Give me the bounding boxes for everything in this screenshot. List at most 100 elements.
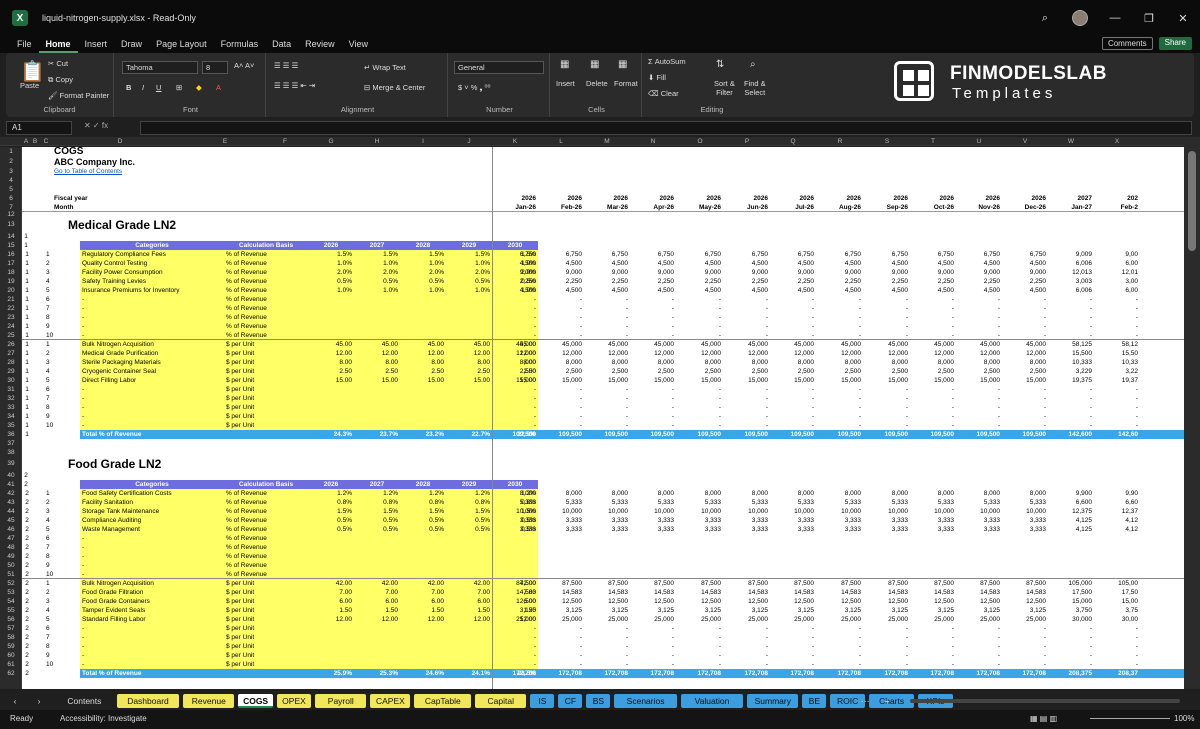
input-value-cell[interactable] <box>400 534 446 543</box>
toc-link[interactable]: Go to Table of Contents <box>52 167 252 176</box>
paste-button[interactable]: Paste <box>20 81 39 90</box>
input-value-cell[interactable]: 0.5% <box>308 277 354 286</box>
input-value-cell[interactable]: 12.00 <box>400 349 446 358</box>
input-value-cell[interactable]: 2.50 <box>354 367 400 376</box>
input-value-cell[interactable] <box>446 642 492 651</box>
menu-review[interactable]: Review <box>298 36 342 53</box>
row-number[interactable]: 6 <box>0 194 22 203</box>
input-value-cell[interactable]: 8.00 <box>308 358 354 367</box>
input-value-cell[interactable]: 2.0% <box>354 268 400 277</box>
input-value-cell[interactable] <box>400 412 446 421</box>
input-value-cell[interactable]: 1.50 <box>400 606 446 615</box>
fill-button[interactable]: ⬇ Fill <box>648 73 666 82</box>
category-cell[interactable]: - <box>80 304 224 313</box>
italic-button[interactable]: I <box>142 83 144 92</box>
tab-opex[interactable]: OPEX <box>276 694 312 708</box>
category-cell[interactable]: Facility Power Consumption <box>80 268 224 277</box>
input-value-cell[interactable]: 1.0% <box>446 286 492 295</box>
input-value-cell[interactable] <box>446 385 492 394</box>
input-value-cell[interactable]: 1.5% <box>400 250 446 259</box>
input-value-cell[interactable] <box>354 304 400 313</box>
fill-color-icon[interactable]: ◆ <box>196 83 202 92</box>
horizontal-scrollbar[interactable] <box>910 699 1180 703</box>
input-value-cell[interactable]: 7.00 <box>446 588 492 597</box>
input-value-cell[interactable] <box>354 295 400 304</box>
input-value-cell[interactable]: 7.00 <box>308 588 354 597</box>
input-value-cell[interactable] <box>446 304 492 313</box>
font-name-select[interactable]: Tahoma <box>122 61 198 74</box>
category-cell[interactable]: Waste Management <box>80 525 224 534</box>
input-value-cell[interactable] <box>400 660 446 669</box>
row-number[interactable]: 4 <box>0 176 22 185</box>
menu-page-layout[interactable]: Page Layout <box>149 36 214 53</box>
input-value-cell[interactable] <box>446 313 492 322</box>
align-left-icon[interactable]: ☰ ☰ ☰ ⇤ ⇥ <box>274 81 315 90</box>
input-value-cell[interactable]: 0.5% <box>354 525 400 534</box>
row-number[interactable]: 54 <box>0 597 22 606</box>
input-value-cell[interactable] <box>400 331 446 339</box>
col-header-f[interactable]: F <box>262 137 308 146</box>
category-cell[interactable]: Safety Training Levies <box>80 277 224 286</box>
row-number[interactable]: 32 <box>0 394 22 403</box>
input-value-cell[interactable]: 1.5% <box>446 250 492 259</box>
category-cell[interactable]: - <box>80 534 224 543</box>
input-value-cell[interactable] <box>308 660 354 669</box>
input-value-cell[interactable]: 7.00 <box>400 588 446 597</box>
row-number[interactable]: 30 <box>0 376 22 385</box>
row-number[interactable]: 35 <box>0 421 22 430</box>
input-value-cell[interactable]: 0.5% <box>400 525 446 534</box>
view-mode-icons[interactable]: ▦ ▤ ▥ <box>1030 714 1057 723</box>
category-cell[interactable]: Storage Tank Maintenance <box>80 507 224 516</box>
input-value-cell[interactable]: 1.5% <box>400 507 446 516</box>
input-value-cell[interactable]: 1.5% <box>308 250 354 259</box>
input-value-cell[interactable] <box>354 651 400 660</box>
tab-dashboard[interactable]: Dashboard <box>116 694 180 708</box>
input-value-cell[interactable]: 0.5% <box>446 516 492 525</box>
tab-prev-icon[interactable]: ‹ <box>8 694 22 708</box>
input-value-cell[interactable]: 42.00 <box>446 579 492 588</box>
input-value-cell[interactable] <box>400 561 446 570</box>
insert-button[interactable]: Insert <box>556 79 575 88</box>
input-value-cell[interactable]: 1.0% <box>400 286 446 295</box>
col-header-h[interactable]: H <box>354 137 400 146</box>
input-value-cell[interactable]: 12.00 <box>446 349 492 358</box>
input-value-cell[interactable] <box>400 295 446 304</box>
merge-center-button[interactable]: ⊟ Merge & Center <box>364 83 425 92</box>
input-value-cell[interactable] <box>400 633 446 642</box>
tab-payroll[interactable]: Payroll <box>315 694 367 708</box>
format-button[interactable]: Format <box>614 79 638 88</box>
row-number[interactable]: 47 <box>0 534 22 543</box>
input-value-cell[interactable]: 1.2% <box>354 489 400 498</box>
font-size-select[interactable]: 8 <box>202 61 228 74</box>
input-value-cell[interactable] <box>400 624 446 633</box>
input-value-cell[interactable] <box>446 561 492 570</box>
row-number[interactable]: 52 <box>0 579 22 588</box>
input-value-cell[interactable] <box>446 295 492 304</box>
row-number[interactable]: 41 <box>0 480 22 489</box>
input-value-cell[interactable] <box>308 633 354 642</box>
category-cell[interactable]: - <box>80 543 224 552</box>
autosum-button[interactable]: Σ AutoSum <box>648 57 686 66</box>
input-value-cell[interactable] <box>446 624 492 633</box>
row-number[interactable]: 60 <box>0 651 22 660</box>
input-value-cell[interactable] <box>400 322 446 331</box>
zoom-level[interactable]: 100% <box>1174 714 1194 723</box>
search-icon[interactable]: ⌕ <box>1028 12 1062 25</box>
category-cell[interactable]: Medical Grade Purification <box>80 349 224 358</box>
input-value-cell[interactable] <box>354 624 400 633</box>
input-value-cell[interactable]: 0.8% <box>400 498 446 507</box>
input-value-cell[interactable] <box>400 543 446 552</box>
category-cell[interactable]: - <box>80 295 224 304</box>
input-value-cell[interactable]: 1.5% <box>446 507 492 516</box>
input-value-cell[interactable]: 6.00 <box>400 597 446 606</box>
row-number[interactable]: 58 <box>0 633 22 642</box>
input-value-cell[interactable] <box>308 543 354 552</box>
col-header-t[interactable]: T <box>910 137 956 146</box>
more-tabs-icon[interactable]: ⋯ <box>858 694 872 708</box>
input-value-cell[interactable]: 6.00 <box>446 597 492 606</box>
category-cell[interactable]: Cryogenic Container Seal <box>80 367 224 376</box>
menu-formulas[interactable]: Formulas <box>214 36 266 53</box>
tab-summary[interactable]: Summary <box>747 694 799 708</box>
col-header-a[interactable]: A <box>22 137 30 146</box>
input-value-cell[interactable] <box>308 421 354 430</box>
